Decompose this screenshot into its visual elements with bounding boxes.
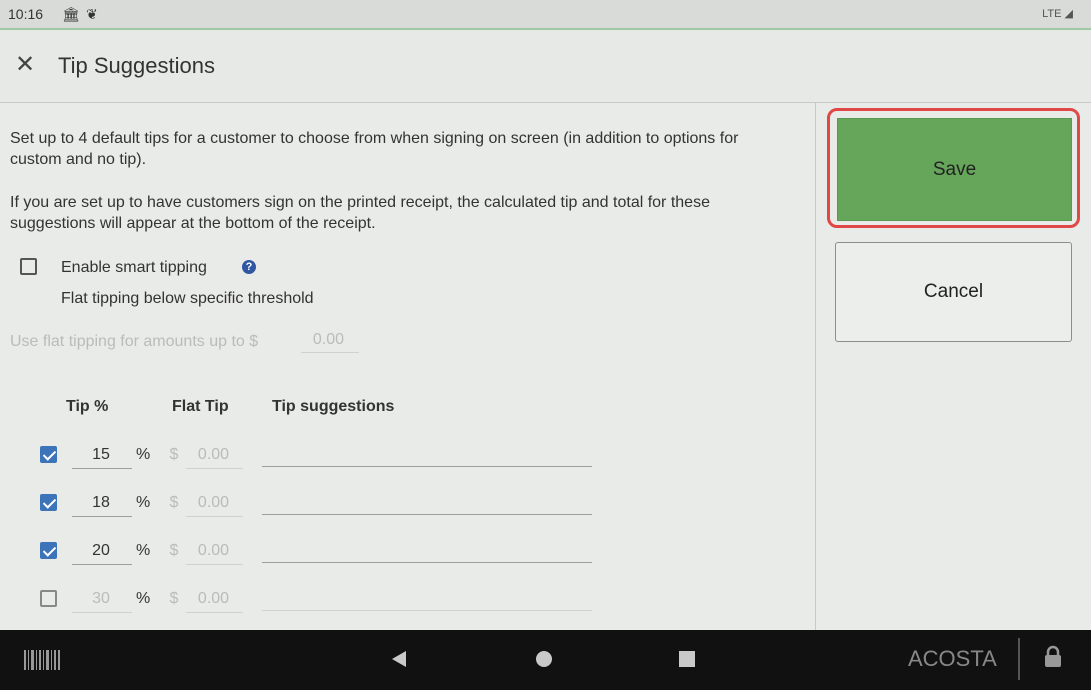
flat-tip-input[interactable]: 0.00: [186, 494, 241, 512]
tip-pct-input[interactable]: 30: [72, 590, 130, 608]
lock-icon[interactable]: [1043, 645, 1063, 674]
tip-pct-input[interactable]: 15: [72, 446, 130, 464]
description-2: If you are set up to have customers sign…: [10, 194, 710, 232]
network-indicator: LTE ◢: [1042, 8, 1073, 20]
tip-row-3-checkbox[interactable]: [40, 542, 57, 559]
tip-pct-input[interactable]: 20: [72, 542, 130, 560]
flat-threshold-underline: [301, 352, 359, 353]
status-time: 10:16: [8, 6, 44, 22]
dollar-sign: $: [169, 446, 179, 463]
percent-sign: %: [136, 494, 151, 511]
flat-tip-underline: [186, 468, 243, 469]
smart-tipping-label: Enable smart tipping: [61, 259, 207, 276]
flat-tip-header: Flat Tip: [172, 398, 229, 415]
tip-pct-header: Tip %: [66, 398, 109, 415]
flat-tip-input[interactable]: 0.00: [186, 590, 241, 608]
flat-tip-underline: [186, 564, 243, 565]
save-highlight-outline: [827, 108, 1080, 228]
description-1: Set up to 4 default tips for a customer …: [10, 130, 739, 168]
tip-suggestion-field[interactable]: [262, 562, 592, 563]
percent-sign: %: [136, 590, 151, 607]
screen: 10:16 🏛 ❦ LTE ◢ ✕ Tip Suggestions Set up…: [0, 0, 1091, 690]
flat-tip-underline: [186, 612, 243, 613]
user-name: ACOSTA: [908, 646, 997, 671]
header: ✕ Tip Suggestions: [0, 30, 1091, 103]
tip-pct-underline: [72, 516, 132, 517]
flat-tip-input[interactable]: 0.00: [186, 542, 241, 560]
dollar-sign: $: [169, 542, 179, 559]
percent-sign: %: [136, 542, 151, 559]
tip-suggestions-header: Tip suggestions: [272, 398, 395, 415]
close-icon[interactable]: ✕: [15, 50, 35, 79]
butterfly-icon: ❦: [86, 6, 98, 22]
navigation-bar: ACOSTA: [0, 630, 1091, 690]
dollar-sign: $: [169, 494, 179, 511]
barcode-icon[interactable]: [24, 650, 60, 675]
help-icon[interactable]: ?: [242, 260, 256, 274]
flat-threshold-input[interactable]: 0.00: [301, 331, 356, 349]
smart-tipping-sublabel: Flat tipping below specific threshold: [61, 290, 314, 307]
tip-suggestion-field[interactable]: [262, 610, 592, 611]
home-icon[interactable]: [535, 650, 553, 673]
tip-row-4-checkbox[interactable]: [40, 590, 57, 607]
tip-suggestion-field[interactable]: [262, 514, 592, 515]
tip-settings-content: Set up to 4 default tips for a customer …: [0, 103, 815, 630]
flat-tip-input[interactable]: 0.00: [186, 446, 241, 464]
back-icon[interactable]: [390, 649, 408, 674]
tip-row-1-checkbox[interactable]: [40, 446, 57, 463]
bank-icon: 🏛: [62, 6, 80, 22]
tip-pct-underline: [72, 468, 132, 469]
nav-divider: [1018, 638, 1020, 680]
flat-threshold-label: Use flat tipping for amounts up to $: [10, 333, 259, 350]
smart-tipping-checkbox[interactable]: [20, 258, 37, 275]
cancel-button[interactable]: Cancel: [835, 242, 1072, 342]
tip-pct-underline: [72, 612, 132, 613]
tip-pct-underline: [72, 564, 132, 565]
tip-row-2-checkbox[interactable]: [40, 494, 57, 511]
recents-icon[interactable]: [679, 651, 695, 672]
status-bar: 10:16 🏛 ❦ LTE ◢: [0, 0, 1091, 30]
tip-pct-input[interactable]: 18: [72, 494, 130, 512]
flat-tip-underline: [186, 516, 243, 517]
tip-suggestion-field[interactable]: [262, 466, 592, 467]
percent-sign: %: [136, 446, 151, 463]
dollar-sign: $: [169, 590, 179, 607]
page-title: Tip Suggestions: [58, 53, 215, 78]
